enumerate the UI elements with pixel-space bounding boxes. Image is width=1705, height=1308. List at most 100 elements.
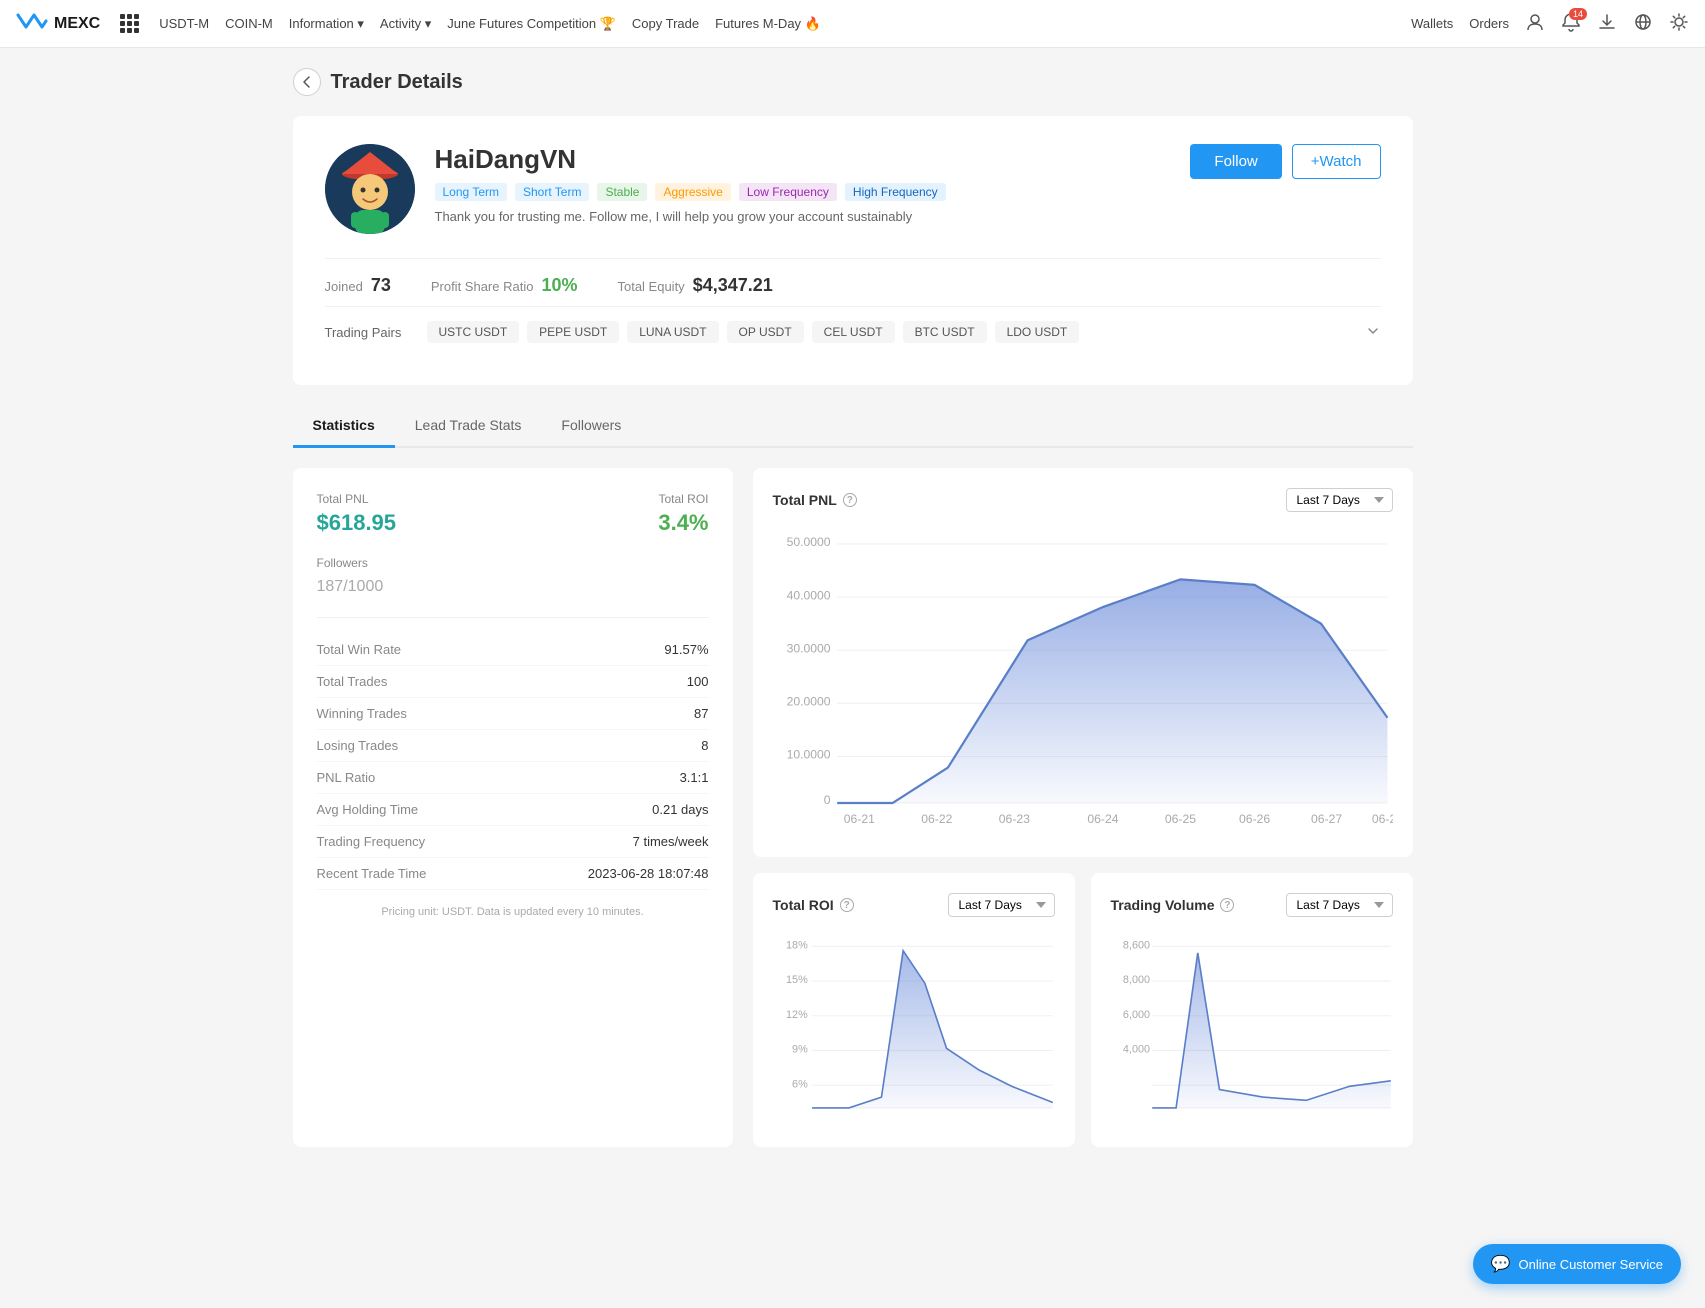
trading-volume-period-select[interactable]: Last 7 Days Last 30 Days [1286, 893, 1393, 917]
page-header: Trader Details [293, 68, 1413, 96]
total-trades-label: Total Trades [317, 674, 388, 689]
trading-pairs-label: Trading Pairs [325, 325, 415, 340]
svg-text:06-23: 06-23 [998, 812, 1029, 826]
nav-activity[interactable]: Activity ▾ [380, 16, 431, 32]
mexc-logo-icon [16, 13, 48, 35]
nav-items: USDT-M COIN-M Information ▾ Activity ▾ J… [159, 16, 1391, 32]
win-rate-value: 91.57% [664, 642, 708, 657]
total-roi-chart-title: Total ROI ? [773, 897, 854, 913]
nav-copy-trade[interactable]: Copy Trade [632, 16, 699, 31]
nav-futures-mday[interactable]: Futures M-Day 🔥 [715, 16, 821, 32]
trading-volume-help-icon[interactable]: ? [1220, 898, 1234, 912]
tab-lead-trade-stats[interactable]: Lead Trade Stats [395, 405, 542, 448]
total-pnl-period-select[interactable]: Last 7 Days Last 30 Days Last 90 Days [1286, 488, 1393, 512]
svg-text:06-27: 06-27 [1311, 812, 1342, 826]
avg-holding-label: Avg Holding Time [317, 802, 419, 817]
profile-icon[interactable] [1525, 12, 1545, 35]
total-pnl-help-icon[interactable]: ? [843, 493, 857, 507]
tag-low-frequency: Low Frequency [739, 183, 837, 201]
total-pnl-block: Total PNL $618.95 [317, 492, 397, 536]
joined-stat: Joined 73 [325, 275, 391, 296]
globe-icon[interactable] [1633, 12, 1653, 35]
pair-cel[interactable]: CEL USDT [812, 321, 895, 343]
tab-followers[interactable]: Followers [541, 405, 641, 448]
trading-freq-value: 7 times/week [633, 834, 709, 849]
pairs-more-icon[interactable] [1365, 323, 1381, 342]
nav-usdt-m[interactable]: USDT-M [159, 16, 209, 31]
trader-tags: Long Term Short Term Stable Aggressive L… [435, 183, 1171, 201]
charts-panel: Total PNL ? Last 7 Days Last 30 Days Las… [753, 468, 1413, 1147]
watch-button[interactable]: +Watch [1292, 144, 1381, 179]
grid-menu-icon[interactable] [120, 14, 139, 33]
pair-ustc[interactable]: USTC USDT [427, 321, 520, 343]
trader-info: HaiDangVN Long Term Short Term Stable Ag… [435, 144, 1171, 224]
stats-panel: Total PNL $618.95 Total ROI 3.4% Followe… [293, 468, 733, 1147]
profit-share-label: Profit Share Ratio [431, 279, 534, 294]
orders-link[interactable]: Orders [1469, 16, 1509, 31]
svg-text:9%: 9% [792, 1044, 808, 1056]
chat-icon: 💬 [1491, 1254, 1511, 1274]
pair-btc[interactable]: BTC USDT [903, 321, 987, 343]
total-pnl-label: Total PNL [317, 492, 397, 506]
total-pnl-chart-title: Total PNL ? [773, 492, 857, 508]
tab-statistics[interactable]: Statistics [293, 405, 395, 448]
svg-text:06-28: 06-28 [1371, 812, 1392, 826]
total-roi-chart-card: Total ROI ? Last 7 Days Last 30 Days [753, 873, 1075, 1147]
svg-text:8,600: 8,600 [1122, 940, 1149, 952]
svg-text:12%: 12% [786, 1009, 808, 1021]
pair-pepe[interactable]: PEPE USDT [527, 321, 619, 343]
total-pnl-chart-card: Total PNL ? Last 7 Days Last 30 Days Las… [753, 468, 1413, 857]
svg-text:40.0000: 40.0000 [786, 588, 830, 602]
stat-row-total-trades: Total Trades 100 [317, 666, 709, 698]
stat-row-win-rate: Total Win Rate 91.57% [317, 634, 709, 666]
nav-information[interactable]: Information ▾ [289, 16, 364, 32]
pair-op[interactable]: OP USDT [727, 321, 804, 343]
logo-text: MEXC [54, 15, 100, 33]
wallets-link[interactable]: Wallets [1411, 16, 1453, 31]
winning-trades-label: Winning Trades [317, 706, 407, 721]
followers-count: 187/1000 [317, 574, 709, 597]
followers-value: 187 [317, 578, 344, 595]
pair-luna[interactable]: LUNA USDT [627, 321, 718, 343]
svg-text:6%: 6% [792, 1078, 808, 1090]
download-icon[interactable] [1597, 12, 1617, 35]
statistics-tabs: Statistics Lead Trade Stats Followers [293, 405, 1413, 448]
total-pnl-value: $618.95 [317, 510, 397, 536]
pnl-ratio-value: 3.1:1 [680, 770, 709, 785]
losing-trades-value: 8 [701, 738, 708, 753]
recent-trade-label: Recent Trade Time [317, 866, 427, 881]
trader-avatar [325, 144, 415, 234]
svg-text:50.0000: 50.0000 [786, 535, 830, 549]
svg-text:8,000: 8,000 [1122, 974, 1149, 986]
back-button[interactable] [293, 68, 321, 96]
losing-trades-label: Losing Trades [317, 738, 399, 753]
total-roi-help-icon[interactable]: ? [840, 898, 854, 912]
svg-text:06-26: 06-26 [1239, 812, 1270, 826]
notifications-icon[interactable]: 14 [1561, 12, 1581, 35]
win-rate-label: Total Win Rate [317, 642, 402, 657]
trading-volume-chart-title: Trading Volume ? [1111, 897, 1235, 913]
nav-futures-competition[interactable]: June Futures Competition 🏆 [447, 16, 616, 32]
logo[interactable]: MEXC [16, 13, 100, 35]
stat-row-trading-freq: Trading Frequency 7 times/week [317, 826, 709, 858]
trading-freq-label: Trading Frequency [317, 834, 426, 849]
stat-row-avg-holding: Avg Holding Time 0.21 days [317, 794, 709, 826]
pair-ldo[interactable]: LDO USDT [995, 321, 1080, 343]
total-roi-period-select[interactable]: Last 7 Days Last 30 Days [948, 893, 1055, 917]
chart-bottom-row: Total ROI ? Last 7 Days Last 30 Days [753, 873, 1413, 1147]
nav-coin-m[interactable]: COIN-M [225, 16, 273, 31]
followers-block: Followers 187/1000 [317, 556, 709, 597]
page-title: Trader Details [331, 71, 463, 94]
svg-text:20.0000: 20.0000 [786, 695, 830, 709]
svg-text:0: 0 [823, 793, 830, 807]
trader-card: HaiDangVN Long Term Short Term Stable Ag… [293, 116, 1413, 385]
total-roi-value: 3.4% [658, 510, 708, 536]
main-content: Trader Details [253, 48, 1453, 1167]
pricing-note: Pricing unit: USDT. Data is updated ever… [317, 906, 709, 918]
theme-icon[interactable] [1669, 12, 1689, 35]
nav-right: Wallets Orders 14 [1411, 12, 1689, 35]
follow-button[interactable]: Follow [1190, 144, 1281, 179]
trader-bio: Thank you for trusting me. Follow me, I … [435, 209, 1171, 224]
winning-trades-value: 87 [694, 706, 708, 721]
online-customer-service-button[interactable]: 💬 Online Customer Service [1473, 1244, 1681, 1284]
